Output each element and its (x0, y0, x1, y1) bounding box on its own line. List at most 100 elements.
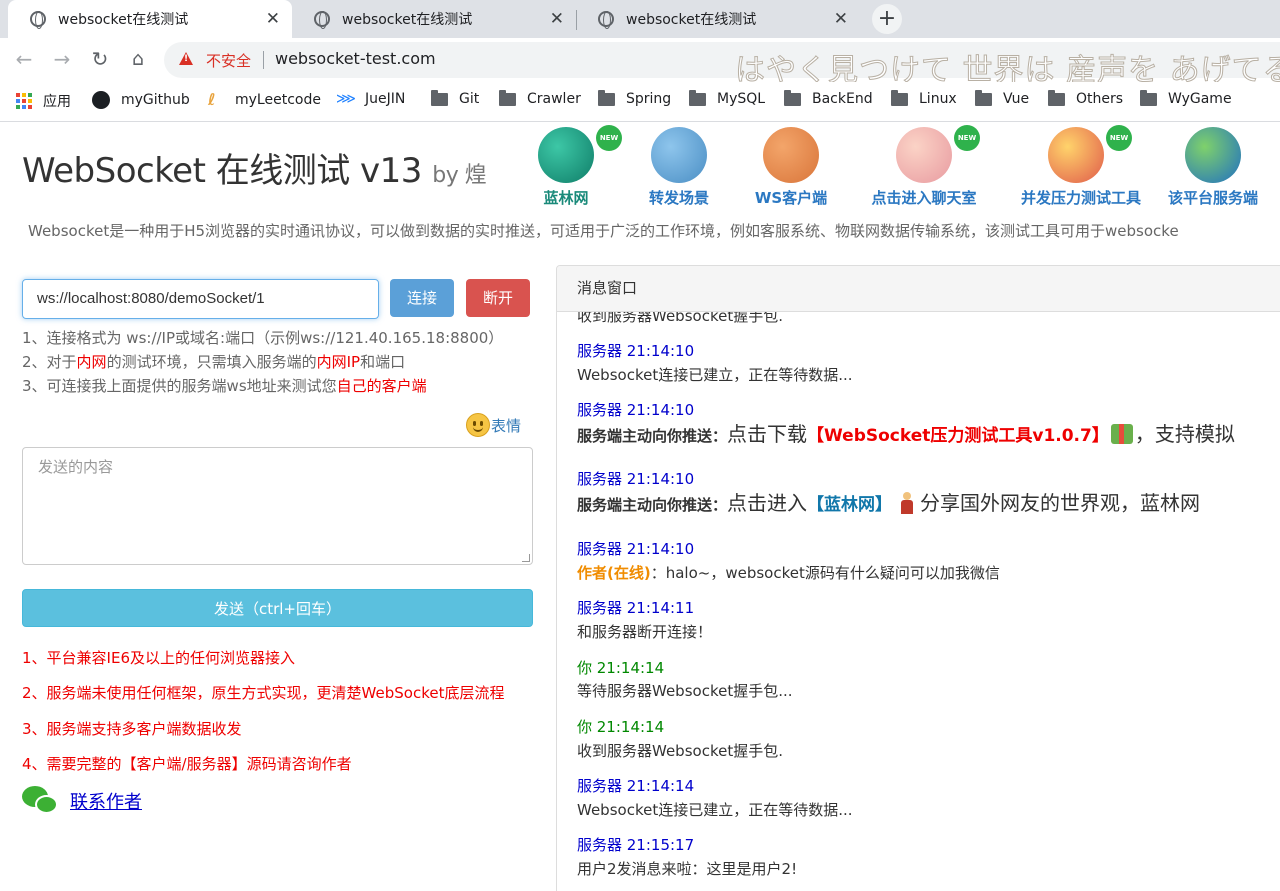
bookmark-folder-crawler[interactable]: Crawler (499, 89, 581, 107)
hint-text: 的测试环境，只需填入服务端的 (106, 353, 317, 371)
ws-url-input[interactable]: ws://localhost:8080/demoSocket/1 (22, 279, 379, 319)
feature-stress-tool[interactable]: NEW 并发压力测试工具 (1021, 125, 1142, 208)
bookmark-label: WyGame (1168, 91, 1232, 107)
feature-server[interactable]: 该平台服务端 (1158, 127, 1268, 208)
apps-icon (16, 93, 32, 109)
wechat-icon (22, 786, 60, 816)
new-badge: NEW (596, 125, 622, 151)
pencil-ruler-icon: NEW (1048, 125, 1132, 183)
bookmark-label: Others (1076, 91, 1124, 107)
folder-icon (975, 89, 992, 106)
security-label[interactable]: 不安全 (206, 50, 251, 71)
page-title-author: by 煌 (432, 163, 487, 188)
message-list[interactable]: 收到服务器Websocket握手包. 服务器 21:14:10 Websocke… (577, 312, 1280, 891)
tab-title: websocket在线测试 (342, 12, 473, 28)
message-push: 服务端主动向你推送：点击下载【WebSocket压力测试工具v1.0.7】 ，支持… (577, 418, 1235, 447)
push-text: 点击下载 (727, 422, 808, 446)
url-text[interactable]: websocket-test.com (275, 49, 436, 68)
globe-icon: NEW (538, 125, 622, 183)
feature-chatroom[interactable]: NEW 点击进入聊天室 (869, 125, 980, 208)
message-text: 收到服务器Websocket握手包. (577, 742, 783, 760)
bookmark-myleetcode[interactable]: ℓ myLeetcode (208, 91, 321, 109)
back-icon[interactable]: ← (12, 48, 36, 72)
bookmark-label: Linux (919, 91, 957, 107)
bookmark-label: Crawler (527, 91, 581, 107)
bookmark-folder-git[interactable]: Git (431, 89, 480, 107)
resize-handle[interactable] (522, 554, 530, 562)
feature-note: 4、需要完整的【客户端/服务器】源码请咨询作者 (22, 755, 352, 773)
feature-note: 1、平台兼容IE6及以上的任何浏览器接入 (22, 649, 295, 667)
close-icon[interactable]: ✕ (266, 10, 280, 28)
emoji-picker[interactable]: 表情 (466, 413, 521, 437)
reload-icon[interactable]: ↻ (88, 48, 112, 72)
gift-icon (1110, 424, 1133, 444)
contact-author-link[interactable]: 联系作者 (70, 788, 142, 814)
hint-text: 和端口 (360, 353, 406, 371)
bookmark-folder-mysql[interactable]: MySQL (689, 89, 766, 107)
hint-highlight: 自己的客户端 (336, 377, 427, 395)
feature-note: 2、服务端未使用任何框架，原生方式实现，更清楚WebSocket底层流程 (22, 684, 505, 702)
page-content: WebSocket 在线测试 v13 by 煌 NEW 蓝林网 转发场景 WS客… (0, 123, 1280, 891)
bookmark-folder-wygame[interactable]: WyGame (1140, 89, 1232, 107)
folder-icon (784, 89, 801, 106)
folder-icon (891, 89, 908, 106)
message-text: 收到服务器Websocket握手包. (577, 312, 783, 325)
warning-icon (179, 52, 193, 65)
push-text: 点击进入 (727, 491, 808, 515)
disconnect-button[interactable]: 断开 (466, 279, 530, 317)
message-text: 作者(在线)：halo~，websocket源码有什么疑问可以加我微信 (577, 562, 1000, 583)
message-sender: 服务器 21:14:10 (577, 401, 695, 419)
speaker-icon (763, 127, 819, 183)
message-text: 和服务器断开连接！ (577, 623, 713, 641)
close-icon[interactable]: ✕ (550, 10, 564, 28)
new-badge: NEW (1106, 125, 1132, 151)
message-textarea[interactable]: 发送的内容 (22, 447, 533, 565)
bookmark-label: MySQL (717, 91, 766, 107)
tab-3[interactable]: websocket在线测试 ✕ (576, 0, 860, 38)
bookmark-juejin[interactable]: ⋙ JueJIN (336, 91, 405, 107)
new-tab-button[interactable]: + (872, 4, 902, 34)
bookmark-label: JueJIN (365, 91, 406, 107)
bookmark-label: BackEnd (812, 91, 873, 107)
home-icon[interactable]: ⌂ (126, 48, 150, 72)
folder-icon (598, 89, 615, 106)
emoji-link[interactable]: 表情 (491, 415, 521, 436)
stress-tool-link[interactable]: 【WebSocket压力测试工具v1.0.7】 (807, 426, 1109, 446)
bookmark-label: myLeetcode (235, 92, 321, 108)
feature-lanlin[interactable]: NEW 蓝林网 (511, 125, 622, 208)
tab-2[interactable]: websocket在线测试 ✕ (292, 0, 576, 38)
antenna-icon (651, 127, 707, 183)
hint-text: 2、对于 (22, 353, 77, 371)
earth-icon (1185, 127, 1241, 183)
message-sender: 服务器 21:14:10 (577, 540, 695, 558)
bookmark-mygithub[interactable]: myGithub (92, 91, 190, 109)
message-window-title: 消息窗口 (557, 266, 1280, 312)
message-sender: 服务器 21:14:10 (577, 470, 695, 488)
feature-label: 点击进入聊天室 (871, 189, 977, 207)
tab-active[interactable]: websocket在线测试 ✕ (8, 0, 292, 38)
bookmark-folder-linux[interactable]: Linux (891, 89, 957, 107)
bookmark-label: myGithub (121, 92, 190, 108)
bookmark-folder-others[interactable]: Others (1048, 89, 1124, 107)
feature-forward[interactable]: 转发场景 (624, 127, 734, 208)
close-icon[interactable]: ✕ (834, 10, 848, 28)
bookmark-apps[interactable]: 应用 (16, 91, 71, 111)
feature-label: 并发压力测试工具 (1021, 189, 1142, 207)
message-sender: 你 21:14:14 (577, 659, 665, 677)
smiley-icon[interactable] (466, 413, 490, 437)
person-icon (900, 492, 914, 514)
bookmark-label: Git (459, 91, 480, 107)
lanlin-link[interactable]: 【蓝林网】 (807, 495, 892, 515)
folder-icon (689, 89, 706, 106)
globe-icon (314, 11, 330, 29)
bookmark-folder-spring[interactable]: Spring (598, 89, 671, 107)
feature-ws-client[interactable]: WS客户端 (736, 127, 846, 208)
bookmark-folder-vue[interactable]: Vue (975, 89, 1029, 107)
site-description: Websocket是一种用于H5浏览器的实时通讯协议，可以做到数据的实时推送，可… (28, 222, 1179, 240)
send-button[interactable]: 发送（ctrl+回车） (22, 589, 533, 627)
bookmark-folder-backend[interactable]: BackEnd (784, 89, 873, 107)
chat-users-icon: NEW (896, 125, 980, 183)
connect-button[interactable]: 连接 (390, 279, 454, 317)
forward-icon[interactable]: → (50, 48, 74, 72)
bookmarks-bar: 应用 myGithub ℓ myLeetcode ⋙ JueJIN Git Cr… (0, 82, 1280, 122)
